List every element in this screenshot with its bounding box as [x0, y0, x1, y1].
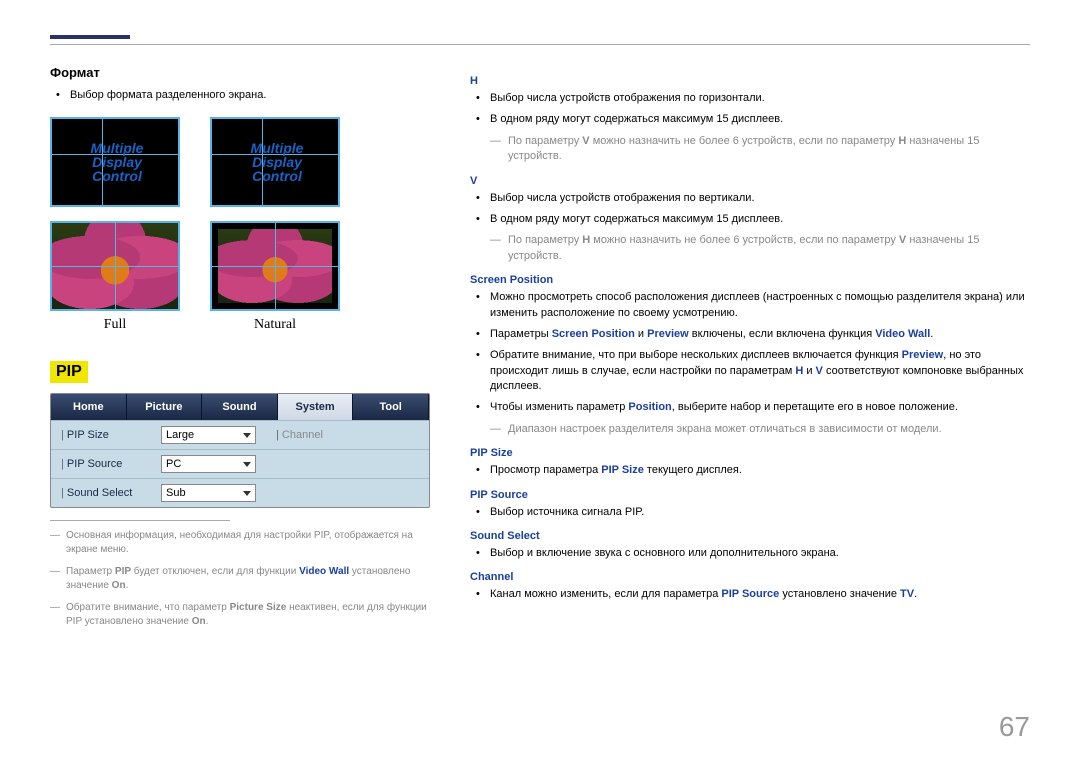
- pip-settings-panel: Home Picture Sound System Tool PIP Size …: [50, 393, 430, 508]
- chevron-down-icon: [243, 462, 251, 467]
- format-full-label: Full: [50, 317, 180, 333]
- v-b2: В одном ряду могут содержаться максимум …: [476, 212, 1030, 264]
- sp-b1: Можно просмотреть способ расположения ди…: [476, 290, 1030, 321]
- left-column: Формат Выбор формата разделенного экрана…: [50, 65, 430, 637]
- h-b2: В одном ряду могут содержаться максимум …: [476, 112, 1030, 164]
- tab-tool[interactable]: Tool: [353, 394, 429, 420]
- ss-heading: Sound Select: [470, 530, 1030, 542]
- sp-sub: Диапазон настроек разделителя экрана мож…: [490, 422, 1030, 437]
- chevron-down-icon: [243, 433, 251, 438]
- format-preview-grid: Multiple Display Control Multiple Displa…: [50, 117, 430, 207]
- psource-heading: PIP Source: [470, 489, 1030, 501]
- format-heading: Формат: [50, 65, 430, 80]
- ch-b: Канал можно изменить, если для параметра…: [476, 587, 1030, 602]
- pip-size-select[interactable]: Large: [161, 426, 256, 444]
- ch-heading: Channel: [470, 571, 1030, 583]
- ss-b: Выбор и включение звука с основного или …: [476, 546, 1030, 561]
- sp-b2: Параметры Screen Position и Preview вклю…: [476, 327, 1030, 342]
- page-number: 67: [999, 711, 1030, 743]
- sp-heading: Screen Position: [470, 274, 1030, 286]
- h-sub: По параметру V можно назначить не более …: [490, 134, 1030, 165]
- format-natural-mdc: Multiple Display Control: [210, 117, 340, 207]
- sp-b3: Обратите внимание, что при выборе нескол…: [476, 348, 1030, 394]
- pip-size-label: PIP Size: [67, 429, 109, 441]
- format-natural-image: [210, 221, 340, 311]
- psize-b: Просмотр параметра PIP Size текущего дис…: [476, 463, 1030, 478]
- pip-footnotes: Основная информация, необходимая для нас…: [50, 529, 430, 629]
- tab-picture[interactable]: Picture: [127, 394, 203, 420]
- footnote-2: Параметр PIP будет отключен, если для фу…: [50, 565, 430, 593]
- pip-source-label: PIP Source: [67, 458, 122, 470]
- v-sub: По параметру H можно назначить не более …: [490, 233, 1030, 264]
- h-b1: Выбор числа устройств отображения по гор…: [476, 91, 1030, 106]
- sp-b4: Чтобы изменить параметр Position, выбери…: [476, 400, 1030, 437]
- tab-home[interactable]: Home: [51, 394, 127, 420]
- tab-sound[interactable]: Sound: [202, 394, 278, 420]
- v-b1: Выбор числа устройств отображения по вер…: [476, 191, 1030, 206]
- psize-heading: PIP Size: [470, 447, 1030, 459]
- pip-channel-disabled: Channel: [282, 429, 323, 441]
- h-heading: H: [470, 75, 1030, 87]
- format-bullet: Выбор формата разделенного экрана.: [56, 88, 430, 103]
- tab-system[interactable]: System: [278, 394, 354, 420]
- pip-badge: PIP: [50, 361, 88, 383]
- pip-source-select[interactable]: PC: [161, 455, 256, 473]
- format-natural-label: Natural: [210, 317, 340, 333]
- v-heading: V: [470, 175, 1030, 187]
- footnote-1: Основная информация, необходимая для нас…: [50, 529, 430, 557]
- top-header-band: [50, 30, 1030, 45]
- pip-sound-select[interactable]: Sub: [161, 484, 256, 502]
- format-full-mdc: Multiple Display Control: [50, 117, 180, 207]
- format-flower-grid: Full Natural: [50, 221, 430, 333]
- psource-b: Выбор источника сигнала PIP.: [476, 505, 1030, 520]
- footnote-3: Обратите внимание, что параметр Picture …: [50, 601, 430, 629]
- pip-sound-label: Sound Select: [67, 487, 132, 499]
- right-column: H Выбор числа устройств отображения по г…: [470, 65, 1030, 637]
- format-full-image: [50, 221, 180, 311]
- chevron-down-icon: [243, 491, 251, 496]
